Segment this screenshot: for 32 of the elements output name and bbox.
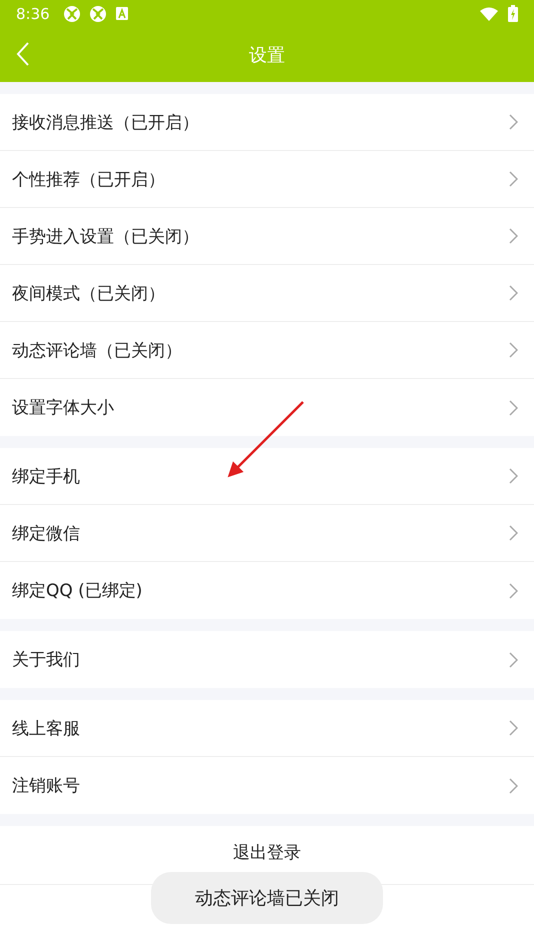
chevron-right-icon [509, 114, 518, 130]
settings-item[interactable]: 设置字体大小 [0, 379, 534, 436]
chevron-right-icon [509, 778, 518, 794]
settings-item[interactable]: 绑定QQ (已绑定) [0, 562, 534, 619]
settings-item[interactable]: 线上客服 [0, 700, 534, 757]
chevron-right-icon [509, 285, 518, 301]
chevron-right-icon [509, 228, 518, 244]
chevron-right-icon [509, 652, 518, 668]
back-icon [16, 42, 30, 66]
settings-item[interactable]: 个性推荐（已开启） [0, 151, 534, 208]
chevron-right-icon [509, 582, 518, 598]
settings-item[interactable]: 动态评论墙（已关闭） [0, 322, 534, 379]
settings-item[interactable]: 绑定微信 [0, 505, 534, 562]
battery-icon [508, 5, 518, 22]
toast-message: 动态评论墙已关闭 [151, 872, 383, 924]
chevron-right-icon [509, 468, 518, 484]
chevron-right-icon [509, 171, 518, 187]
settings-item[interactable]: 关于我们 [0, 631, 534, 688]
chevron-right-icon [509, 525, 518, 541]
chevron-right-icon [509, 400, 518, 416]
font-icon [116, 7, 128, 20]
settings-item[interactable]: 夜间模式（已关闭） [0, 265, 534, 322]
settings-item[interactable]: 注销账号 [0, 757, 534, 814]
status-time: 8:36 [16, 4, 50, 22]
settings-item[interactable]: 绑定手机 [0, 448, 534, 505]
settings-item[interactable]: 接收消息推送（已开启） [0, 94, 534, 151]
settings-item[interactable]: 手势进入设置（已关闭） [0, 208, 534, 265]
chevron-right-icon [509, 342, 518, 358]
logout-button[interactable]: 退出登录 [233, 840, 301, 864]
page-title: 设置 [249, 44, 285, 66]
chevron-right-icon [509, 720, 518, 736]
wifi-icon [480, 6, 498, 20]
